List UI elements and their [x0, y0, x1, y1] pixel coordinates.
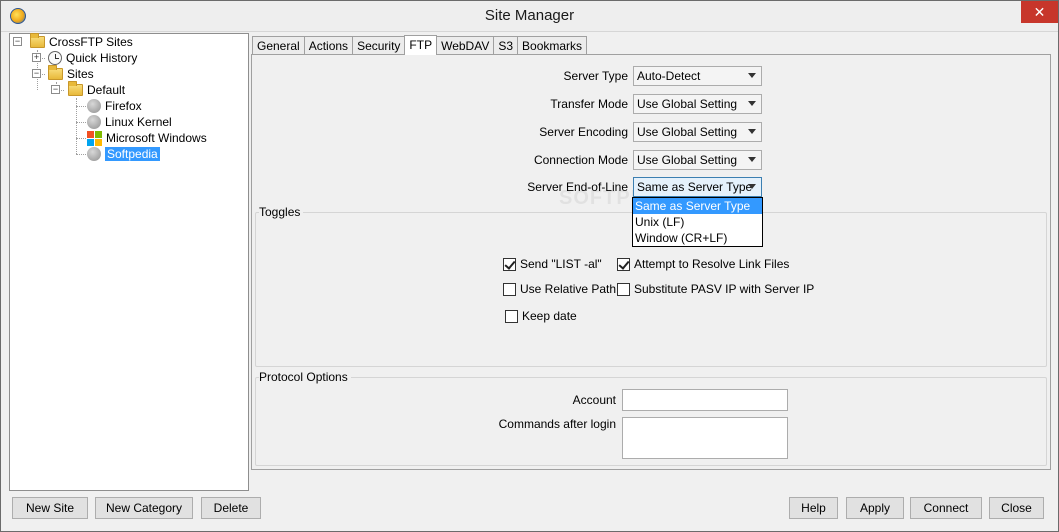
commands-after-login-textarea[interactable]	[622, 417, 788, 459]
tab-security[interactable]: Security	[352, 36, 406, 55]
chevron-down-icon	[748, 129, 756, 134]
chevron-down-icon	[748, 184, 756, 189]
chevron-down-icon	[748, 73, 756, 78]
tree-connector	[76, 138, 86, 139]
protocol-options-title: Protocol Options	[259, 370, 351, 384]
toggles-group-title: Toggles	[259, 205, 304, 219]
window-title: Site Manager	[484, 7, 575, 24]
keep-date-label: Keep date	[522, 309, 577, 323]
tree-node-microsoft-windows[interactable]: Microsoft Windows	[87, 130, 207, 146]
connect-button[interactable]: Connect	[910, 497, 982, 519]
tree-node-label: Quick History	[66, 51, 138, 65]
resolve-link-checkbox[interactable]	[617, 257, 630, 271]
tab-actions[interactable]: Actions	[303, 36, 354, 55]
send-list-al-checkbox[interactable]	[503, 257, 516, 271]
chevron-down-icon	[748, 101, 756, 106]
folder-open-icon	[68, 81, 83, 96]
tree-node-linux-kernel[interactable]: Linux Kernel	[87, 114, 172, 130]
settings-tabs: General Actions Security FTP WebDAV S3 B…	[252, 35, 588, 55]
substitute-pasv-option[interactable]: Substitute PASV IP with Server IP	[617, 282, 814, 296]
tree-collapse-toggle[interactable]: −	[32, 69, 41, 78]
tree-node-label-selected: Softpedia	[105, 147, 160, 161]
tree-node-quick-history[interactable]: Quick History	[48, 50, 137, 66]
commands-after-login-label: Commands after login	[498, 417, 616, 431]
eol-option-unix[interactable]: Unix (LF)	[633, 214, 762, 230]
keep-date-checkbox[interactable]	[505, 309, 518, 323]
server-type-value: Auto-Detect	[637, 69, 701, 83]
tab-ftp[interactable]: FTP	[404, 35, 438, 55]
server-type-label: Server Type	[563, 69, 628, 83]
tab-webdav[interactable]: WebDAV	[436, 36, 495, 55]
connection-mode-value: Use Global Setting	[637, 153, 738, 167]
server-eol-label: Server End-of-Line	[527, 180, 628, 194]
transfer-mode-select[interactable]: Use Global Setting	[633, 94, 762, 114]
server-encoding-value: Use Global Setting	[637, 125, 738, 139]
server-encoding-label: Server Encoding	[539, 125, 628, 139]
resolve-link-label: Attempt to Resolve Link Files	[634, 257, 790, 271]
tab-s3[interactable]: S3	[493, 36, 519, 55]
apply-button[interactable]: Apply	[846, 497, 904, 519]
site-globe-icon	[87, 115, 101, 129]
tab-general[interactable]: General	[252, 36, 305, 55]
eol-option-windows[interactable]: Window (CR+LF)	[633, 230, 762, 246]
transfer-mode-value: Use Global Setting	[637, 97, 738, 111]
tree-node-label: Linux Kernel	[105, 115, 172, 129]
folder-open-icon	[30, 33, 45, 48]
windows-logo-icon	[87, 130, 102, 146]
tree-connector	[76, 154, 86, 155]
chevron-down-icon	[748, 157, 756, 162]
delete-button[interactable]: Delete	[201, 497, 261, 519]
server-encoding-select[interactable]: Use Global Setting	[633, 122, 762, 142]
new-category-button[interactable]: New Category	[95, 497, 193, 519]
tree-node-default[interactable]: Default	[68, 81, 126, 98]
resolve-link-option[interactable]: Attempt to Resolve Link Files	[617, 257, 789, 271]
tree-node-softpedia[interactable]: Softpedia	[87, 146, 160, 162]
tree-node-crossftp-sites[interactable]: CrossFTP Sites	[30, 33, 133, 50]
send-list-al-option[interactable]: Send "LIST -al"	[503, 257, 602, 271]
tree-collapse-toggle[interactable]: −	[13, 37, 22, 46]
title-bar[interactable]: Site Manager ✕	[1, 1, 1058, 32]
substitute-pasv-label: Substitute PASV IP with Server IP	[634, 282, 815, 296]
tree-expand-toggle[interactable]: +	[32, 53, 41, 62]
connection-mode-label: Connection Mode	[533, 153, 628, 167]
new-site-button[interactable]: New Site	[12, 497, 88, 519]
tree-node-label: Microsoft Windows	[106, 131, 207, 145]
site-globe-icon	[87, 99, 101, 113]
server-eol-select[interactable]: Same as Server Type	[633, 177, 762, 197]
tab-bookmarks[interactable]: Bookmarks	[517, 36, 588, 55]
transfer-mode-label: Transfer Mode	[550, 97, 628, 111]
send-list-al-label: Send "LIST -al"	[520, 257, 602, 271]
clock-icon	[48, 51, 62, 65]
tree-node-label: CrossFTP Sites	[49, 35, 133, 49]
account-label: Account	[572, 393, 616, 407]
server-eol-dropdown-list: Same as Server Type Unix (LF) Window (CR…	[632, 197, 763, 247]
site-tree[interactable]: − CrossFTP Sites + Quick History − Sites…	[9, 33, 249, 491]
tree-connector	[76, 122, 86, 123]
window-close-button[interactable]: ✕	[1021, 1, 1058, 23]
tree-node-sites[interactable]: Sites	[48, 65, 94, 82]
relative-path-checkbox[interactable]	[503, 282, 516, 296]
connection-mode-select[interactable]: Use Global Setting	[633, 150, 762, 170]
site-manager-window: Site Manager ✕ − CrossFTP Sites + Quick …	[0, 0, 1059, 532]
tree-connector	[76, 106, 86, 107]
server-type-select[interactable]: Auto-Detect	[633, 66, 762, 86]
server-eol-value: Same as Server Type	[637, 180, 753, 194]
site-globe-icon	[87, 147, 101, 161]
keep-date-option[interactable]: Keep date	[505, 309, 577, 323]
tree-node-label: Default	[87, 83, 126, 97]
relative-path-label: Use Relative Path	[520, 282, 617, 296]
tree-node-label: Sites	[67, 67, 94, 81]
help-button[interactable]: Help	[789, 497, 838, 519]
tree-node-label: Firefox	[105, 99, 142, 113]
folder-open-icon	[48, 65, 63, 80]
relative-path-option[interactable]: Use Relative Path	[503, 282, 616, 296]
tree-node-firefox[interactable]: Firefox	[87, 98, 142, 114]
account-input[interactable]	[622, 389, 788, 411]
close-button[interactable]: Close	[989, 497, 1044, 519]
substitute-pasv-checkbox[interactable]	[617, 282, 630, 296]
eol-option-same-as-server[interactable]: Same as Server Type	[633, 198, 762, 214]
tree-collapse-toggle[interactable]: −	[51, 85, 60, 94]
